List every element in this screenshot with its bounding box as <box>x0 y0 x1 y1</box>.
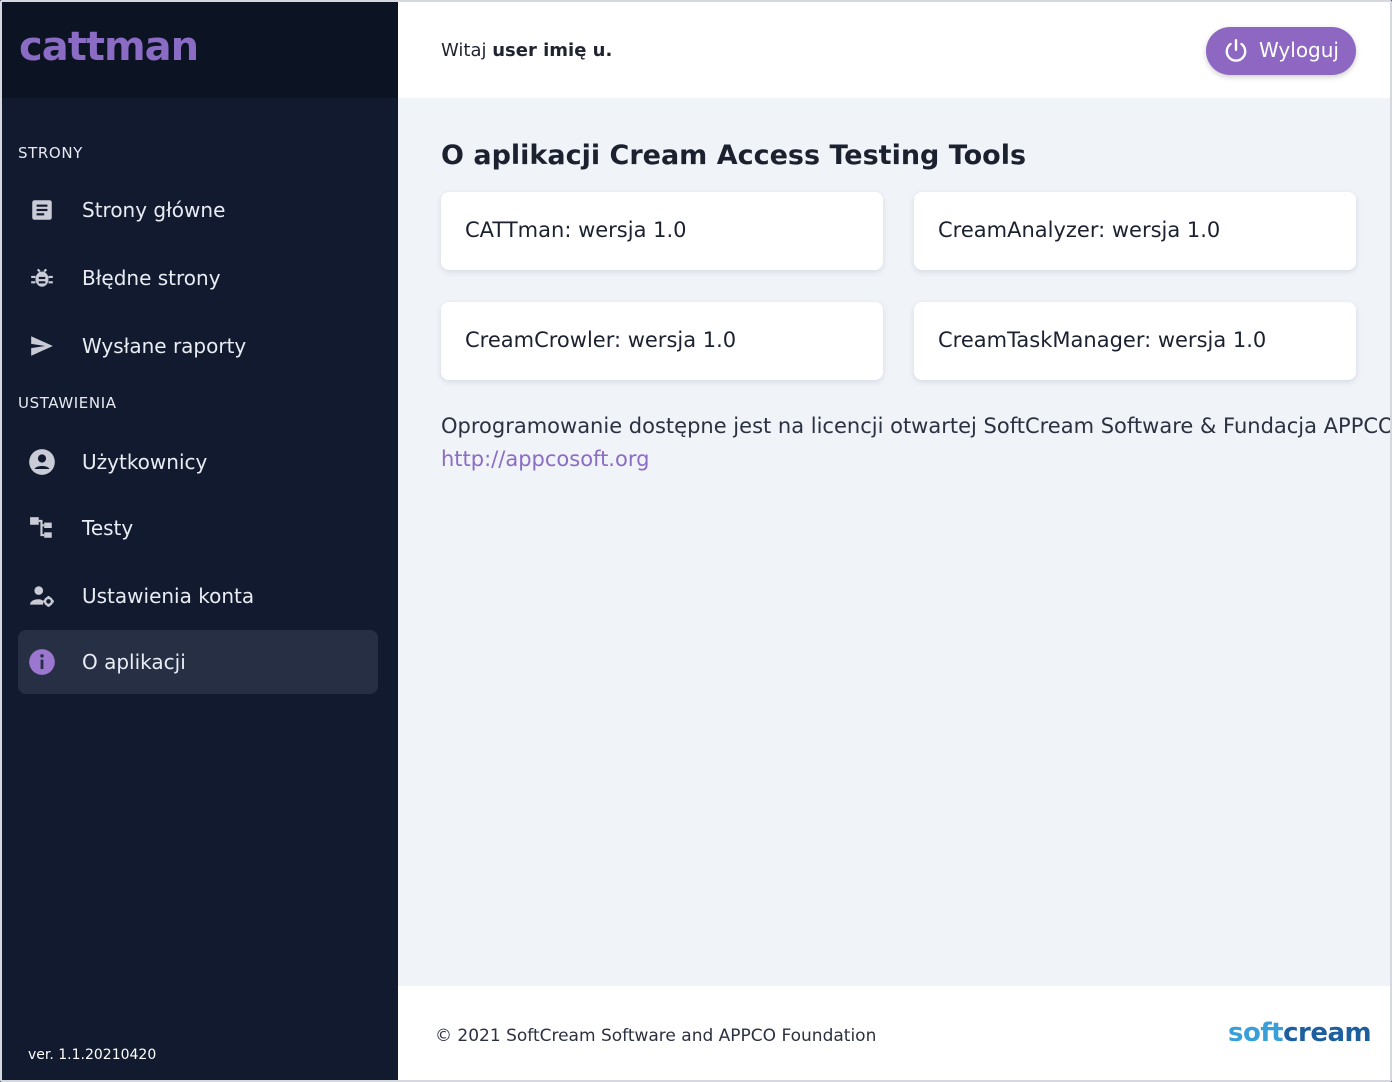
sidebar-item-label: O aplikacji <box>82 650 186 674</box>
logo-bar: cattman <box>2 2 398 98</box>
sidebar-item-label: Użytkownicy <box>82 450 208 474</box>
page-title: O aplikacji Cream Access Testing Tools <box>441 140 1027 171</box>
app-logo[interactable]: cattman <box>19 24 199 70</box>
footer: © 2021 SoftCream Software and APPCO Foun… <box>398 986 1390 1080</box>
account-circle-icon <box>28 448 56 476</box>
main-content: O aplikacji Cream Access Testing Tools C… <box>398 98 1392 986</box>
sidebar-item-bledne-strony[interactable]: Błędne strony <box>18 246 378 310</box>
version-card-cattman: CATTman: wersja 1.0 <box>441 192 883 270</box>
version-card-text: CreamAnalyzer: wersja 1.0 <box>938 218 1221 242</box>
version-card-creamanalyzer: CreamAnalyzer: wersja 1.0 <box>914 192 1356 270</box>
manage-accounts-icon <box>28 582 56 610</box>
send-icon <box>28 332 56 360</box>
sidebar-item-wyslane-raporty[interactable]: Wysłane raporty <box>18 314 378 378</box>
sidebar-item-o-aplikacji[interactable]: O aplikacji <box>18 630 378 694</box>
account-tree-icon <box>28 514 56 542</box>
top-header: Witaj user imię u. Wyloguj <box>398 2 1390 98</box>
sidebar-item-label: Błędne strony <box>82 266 221 290</box>
section-label-strony: STRONY <box>18 144 83 162</box>
sidebar-item-label: Wysłane raporty <box>82 334 247 358</box>
app-version: ver. 1.1.20210420 <box>28 1047 157 1063</box>
version-card-text: CreamCrowler: wersja 1.0 <box>465 328 737 352</box>
brand-cream: cream <box>1283 1018 1372 1048</box>
softcream-logo[interactable]: softcream <box>1228 1018 1372 1048</box>
user-name: user imię u. <box>492 40 613 61</box>
logout-label: Wyloguj <box>1259 38 1339 62</box>
info-icon <box>28 648 56 676</box>
appco-link[interactable]: http://appcosoft.org <box>441 447 649 471</box>
logout-button[interactable]: Wyloguj <box>1206 27 1356 75</box>
sidebar-item-label: Strony główne <box>82 198 226 222</box>
sidebar-item-label: Testy <box>82 516 134 540</box>
bug-icon <box>28 264 56 292</box>
section-label-ustawienia: USTAWIENIA <box>18 394 117 412</box>
sidebar-item-uzytkownicy[interactable]: Użytkownicy <box>18 430 378 494</box>
sidebar-item-testy[interactable]: Testy <box>18 496 378 560</box>
brand-soft: soft <box>1228 1018 1284 1048</box>
version-card-text: CreamTaskManager: wersja 1.0 <box>938 328 1267 352</box>
license-text: Oprogramowanie dostępne jest na licencji… <box>441 414 1392 438</box>
version-card-creamtaskmanager: CreamTaskManager: wersja 1.0 <box>914 302 1356 380</box>
version-card-text: CATTman: wersja 1.0 <box>465 218 687 242</box>
app-window: cattman STRONY Strony główne Błędne stro… <box>0 0 1392 1082</box>
version-card-creamcrowler: CreamCrowler: wersja 1.0 <box>441 302 883 380</box>
sidebar: cattman STRONY Strony główne Błędne stro… <box>2 2 398 1080</box>
sidebar-item-label: Ustawienia konta <box>82 584 255 608</box>
copyright: © 2021 SoftCream Software and APPCO Foun… <box>435 1026 877 1046</box>
greeting-prefix: Witaj <box>441 40 487 61</box>
article-icon <box>28 196 56 224</box>
greeting: Witaj user imię u. <box>441 40 612 61</box>
sidebar-item-ustawienia-konta[interactable]: Ustawienia konta <box>18 564 378 628</box>
power-icon <box>1223 38 1249 64</box>
sidebar-item-strony-glowne[interactable]: Strony główne <box>18 178 378 242</box>
